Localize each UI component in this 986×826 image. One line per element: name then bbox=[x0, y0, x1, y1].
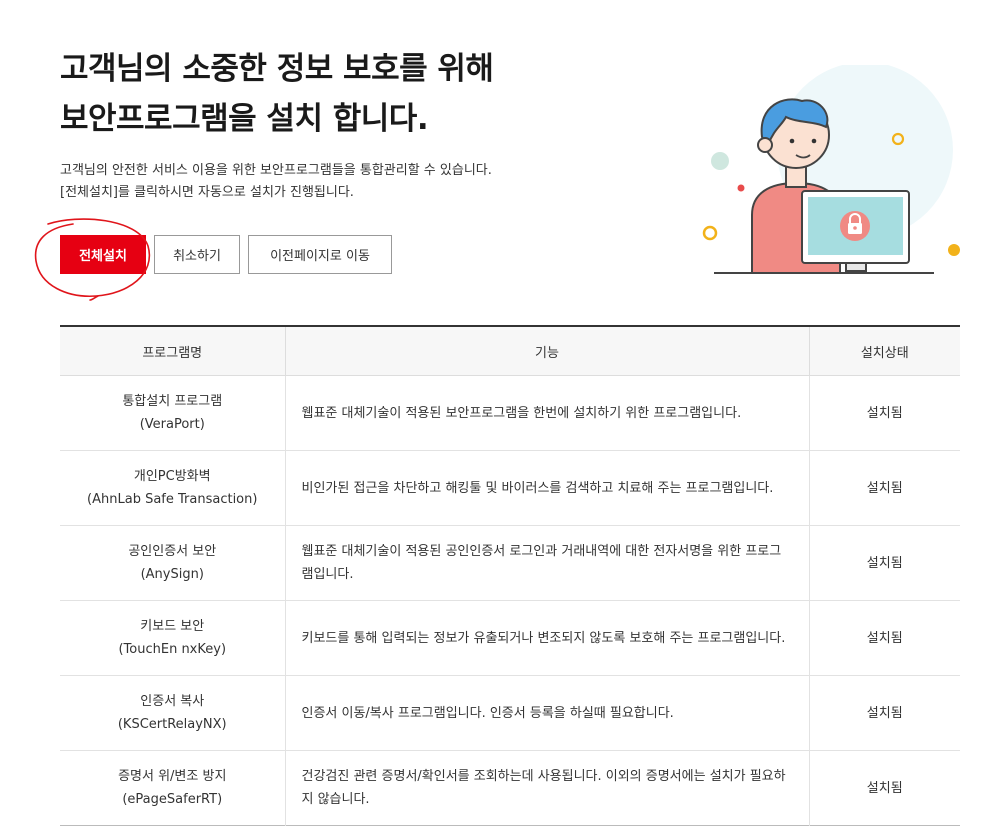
page-title-line2: 보안프로그램을 설치 합니다. bbox=[60, 101, 429, 137]
program-name: 공인인증서 보안 bbox=[128, 544, 217, 559]
cancel-button[interactable]: 취소하기 bbox=[154, 235, 240, 274]
action-buttons: 전체설치 취소하기 이전페이지로 이동 bbox=[60, 235, 392, 274]
program-code: (AhnLab Safe Transaction) bbox=[87, 492, 258, 507]
description-line1: 고객님의 안전한 서비스 이용을 위한 보안프로그램들을 통합관리할 수 있습니… bbox=[60, 163, 492, 178]
table-row: 증명서 위/변조 방지 (ePageSaferRT) 건강검진 관련 증명서/확… bbox=[60, 750, 960, 826]
program-function: 인증서 이동/복사 프로그램입니다. 인증서 등록을 하실때 필요합니다. bbox=[284, 675, 809, 751]
program-name-cell: 인증서 복사 (KSCertRelayNX) bbox=[60, 675, 285, 751]
program-code: (ePageSaferRT) bbox=[122, 792, 223, 807]
column-header-function: 기능 bbox=[284, 326, 809, 376]
table-row: 개인PC방화벽 (AhnLab Safe Transaction) 비인가된 접… bbox=[60, 450, 960, 526]
security-program-table: 프로그램명 기능 설치상태 통합설치 프로그램 (VeraPort) 웹표준 대… bbox=[60, 325, 960, 826]
program-code: (AnySign) bbox=[140, 567, 204, 582]
program-name-cell: 통합설치 프로그램 (VeraPort) bbox=[60, 375, 285, 451]
page-title-line1: 고객님의 소중한 정보 보호를 위해 bbox=[60, 51, 494, 87]
page-description: 고객님의 안전한 서비스 이용을 위한 보안프로그램들을 통합관리할 수 있습니… bbox=[60, 160, 492, 204]
program-code: (TouchEn nxKey) bbox=[118, 642, 227, 657]
program-function: 비인가된 접근을 차단하고 해킹툴 및 바이러스를 검색하고 치료해 주는 프로… bbox=[284, 450, 809, 526]
program-name-cell: 개인PC방화벽 (AhnLab Safe Transaction) bbox=[60, 450, 285, 526]
table-row: 통합설치 프로그램 (VeraPort) 웹표준 대체기술이 적용된 보안프로그… bbox=[60, 375, 960, 451]
program-name: 인증서 복사 bbox=[140, 694, 205, 709]
program-name: 증명서 위/변조 방지 bbox=[118, 769, 227, 784]
program-name-cell: 증명서 위/변조 방지 (ePageSaferRT) bbox=[60, 751, 285, 826]
column-header-program: 프로그램명 bbox=[60, 326, 285, 376]
install-status: 설치됨 bbox=[808, 375, 960, 451]
table-row: 인증서 복사 (KSCertRelayNX) 인증서 이동/복사 프로그램입니다… bbox=[60, 675, 960, 751]
install-status: 설치됨 bbox=[808, 600, 960, 676]
program-name: 키보드 보안 bbox=[140, 619, 205, 634]
program-name-cell: 키보드 보안 (TouchEn nxKey) bbox=[60, 600, 285, 676]
install-status: 설치됨 bbox=[808, 525, 960, 601]
install-status: 설치됨 bbox=[808, 450, 960, 526]
program-code: (KSCertRelayNX) bbox=[117, 717, 227, 732]
program-name: 통합설치 프로그램 bbox=[122, 394, 223, 409]
program-function: 웹표준 대체기술이 적용된 공인인증서 로그인과 거래내역에 대한 전자서명을 … bbox=[284, 525, 809, 601]
program-name-cell: 공인인증서 보안 (AnySign) bbox=[60, 525, 285, 601]
program-function: 건강검진 관련 증명서/확인서를 조회하는데 사용됩니다. 이외의 증명서에는 … bbox=[284, 750, 809, 826]
install-status: 설치됨 bbox=[808, 675, 960, 751]
table-header-row: 프로그램명 기능 설치상태 bbox=[60, 326, 960, 376]
security-illustration bbox=[702, 65, 960, 274]
table-row: 공인인증서 보안 (AnySign) 웹표준 대체기술이 적용된 공인인증서 로… bbox=[60, 525, 960, 601]
back-to-previous-button[interactable]: 이전페이지로 이동 bbox=[248, 235, 392, 274]
program-name: 개인PC방화벽 bbox=[133, 469, 211, 484]
program-function: 키보드를 통해 입력되는 정보가 유출되거나 변조되지 않도록 보호해 주는 프… bbox=[284, 600, 809, 676]
install-status: 설치됨 bbox=[808, 750, 960, 826]
program-code: (VeraPort) bbox=[139, 417, 205, 432]
table-row: 키보드 보안 (TouchEn nxKey) 키보드를 통해 입력되는 정보가 … bbox=[60, 600, 960, 676]
program-function: 웹표준 대체기술이 적용된 보안프로그램을 한번에 설치하기 위한 프로그램입니… bbox=[284, 375, 809, 451]
description-line2: [전체설치]를 클릭하시면 자동으로 설치가 진행됩니다. bbox=[60, 185, 354, 200]
column-header-status: 설치상태 bbox=[808, 326, 960, 376]
install-all-button[interactable]: 전체설치 bbox=[60, 235, 146, 274]
page-title: 고객님의 소중한 정보 보호를 위해 보안프로그램을 설치 합니다. bbox=[60, 44, 494, 144]
